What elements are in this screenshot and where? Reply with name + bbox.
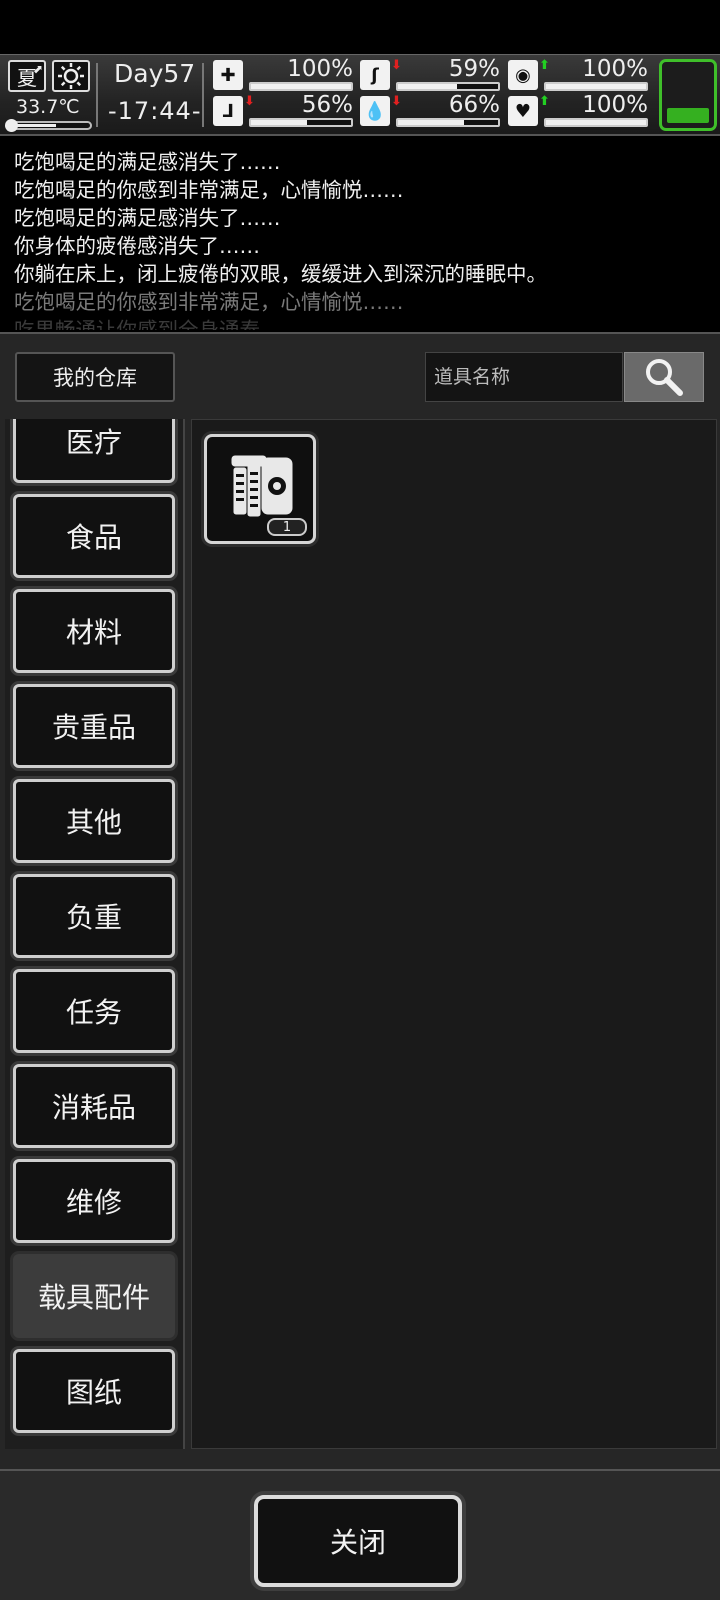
log-line: 吃果畅通让你感到全身通泰…… [14, 318, 301, 330]
stat-bar-fill [546, 84, 646, 89]
log-line: 吃饱喝足的你感到非常满足，心情愉悦…… [14, 178, 404, 202]
category-tab[interactable]: 其他 [13, 779, 175, 863]
trend-down-icon: ⬇ [244, 94, 255, 109]
temperature-fill [14, 124, 56, 127]
water-drop-icon: 💧 [360, 96, 390, 126]
stat-bar [249, 82, 353, 91]
stat-thirst: 💧 ⬇ 66% [360, 92, 502, 128]
season-arrow-icon: ⬈ [32, 62, 43, 76]
category-tab[interactable]: 任务 [13, 969, 175, 1053]
stat-bar [544, 82, 648, 91]
stat-value: 100% [287, 56, 353, 82]
temperature-bar [5, 119, 92, 132]
item-count: 1 [267, 518, 307, 536]
log-line: 吃饱喝足的满足感消失了…… [14, 150, 281, 174]
search-icon [646, 359, 683, 396]
category-tab[interactable]: 负重 [13, 874, 175, 958]
log-line: 你躺在床上，闭上疲倦的双眼，缓缓进入到深沉的睡眠中。 [14, 262, 547, 286]
log-line: 你身体的疲倦感消失了…… [14, 234, 260, 258]
item-grid: 1 [191, 419, 717, 1449]
status-bar: 夏 ⬈ 33.7℃ Day57 -17:44- ✚ 100% ʃ ⬇ 59% ◉ ⬆ 100%… [0, 54, 720, 136]
category-list[interactable]: 医疗食品材料贵重品其他负重任务消耗品维修载具配件图纸 [5, 419, 185, 1449]
boot-icon: ⅃ [213, 96, 243, 126]
my-warehouse-button[interactable]: 我的仓库 [15, 352, 175, 402]
first-aid-icon: ✚ [213, 60, 243, 90]
stat-bar [396, 118, 500, 127]
message-log[interactable]: 吃饱喝足的满足感消失了…… 吃饱喝足的你感到非常满足，心情愉悦…… 吃饱喝足的满足感… [0, 140, 720, 330]
stat-value: 100% [582, 92, 648, 118]
stat-bar-fill [546, 120, 646, 125]
pill-icon: ◉ [508, 60, 538, 90]
close-button[interactable]: 关闭 [254, 1495, 462, 1587]
log-line: 吃饱喝足的你感到非常满足，心情愉悦…… [14, 290, 404, 314]
stat-bar-fill [251, 84, 351, 89]
footer-bar: 关闭 [0, 1469, 720, 1600]
trend-up-icon: ⬆ [539, 58, 550, 73]
stat-bar-fill [398, 84, 457, 89]
battery-indicator [659, 59, 717, 131]
category-tab[interactable]: 贵重品 [13, 684, 175, 768]
stat-mood: ◉ ⬆ 100% [508, 56, 650, 92]
stat-bar [249, 118, 353, 127]
divider [96, 63, 98, 127]
stat-bar [396, 82, 500, 91]
vehicle-engine-part-icon [231, 455, 293, 517]
day-counter: Day57 [114, 59, 196, 88]
battery-level [667, 107, 709, 123]
divider [202, 63, 204, 127]
stat-bar [544, 118, 648, 127]
category-tab[interactable]: 消耗品 [13, 1064, 175, 1148]
stat-heart: ♥ ⬆ 100% [508, 92, 650, 128]
stat-value: 100% [582, 56, 648, 82]
stat-bar-fill [251, 120, 307, 125]
stat-health: ✚ 100% [213, 56, 355, 92]
trend-down-icon: ⬇ [391, 94, 402, 109]
category-tab[interactable]: 食品 [13, 494, 175, 578]
stat-value: 66% [448, 92, 500, 118]
stomach-icon: ʃ [360, 60, 390, 90]
trend-down-icon: ⬇ [391, 58, 402, 73]
item-search-input[interactable] [425, 352, 623, 402]
log-line: 吃饱喝足的满足感消失了…… [14, 206, 281, 230]
game-clock: -17:44- [108, 97, 202, 125]
category-tab[interactable]: 维修 [13, 1159, 175, 1243]
stat-value: 59% [448, 56, 500, 82]
item-slot[interactable]: 1 [204, 434, 316, 544]
sun-icon [52, 60, 90, 92]
temperature-value: 33.7℃ [16, 96, 80, 118]
search-button[interactable] [624, 352, 704, 402]
trend-up-icon: ⬆ [539, 94, 550, 109]
category-tab[interactable]: 载具配件 [13, 1254, 175, 1338]
category-tab[interactable]: 材料 [13, 589, 175, 673]
heart-icon: ♥ [508, 96, 538, 126]
stat-bar-fill [398, 120, 464, 125]
category-tab[interactable]: 医疗 [13, 419, 175, 483]
stat-hunger: ʃ ⬇ 59% [360, 56, 502, 92]
stat-stamina: ⅃ ⬇ 56% [213, 92, 355, 128]
category-tab[interactable]: 图纸 [13, 1349, 175, 1433]
warehouse-panel: 我的仓库 医疗食品材料贵重品其他负重任务消耗品维修载具配件图纸 1 关闭 [0, 332, 720, 1600]
season-indicator: 夏 ⬈ [8, 60, 46, 92]
stat-value: 56% [301, 92, 353, 118]
